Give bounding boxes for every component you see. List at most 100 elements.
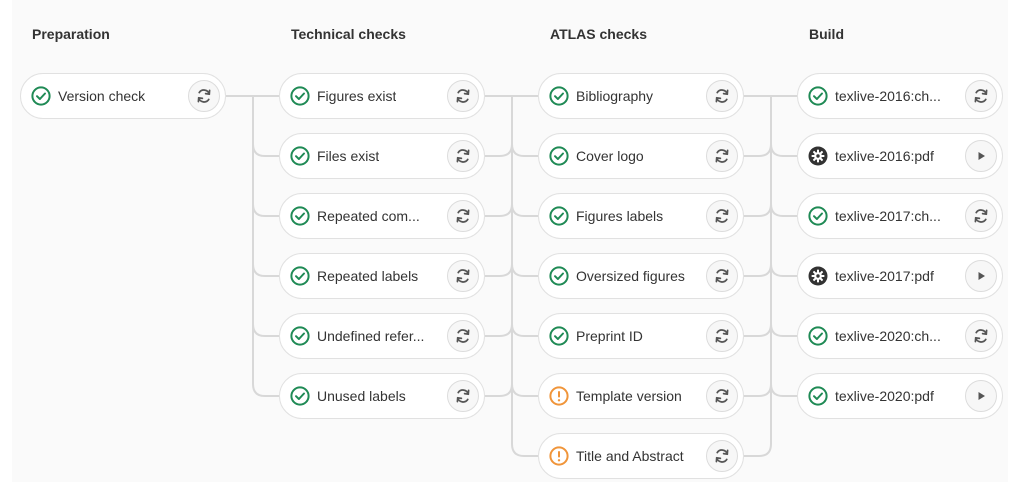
retry-icon <box>713 147 731 165</box>
job-link[interactable]: texlive-2020:ch... <box>798 314 970 358</box>
job-name: Repeated com... <box>317 208 420 224</box>
play-button[interactable] <box>965 380 997 412</box>
job-card-oversized-figures[interactable]: Oversized figures <box>538 253 744 299</box>
play-button[interactable] <box>965 140 997 172</box>
job-card-texlive-2020-ch[interactable]: texlive-2020:ch... <box>797 313 1003 359</box>
retry-button[interactable] <box>706 260 738 292</box>
job-link[interactable]: Version check <box>21 74 193 118</box>
retry-icon <box>972 207 990 225</box>
status-success-icon <box>31 86 51 106</box>
status-success-icon <box>808 386 828 406</box>
job-link[interactable]: Figures exist <box>280 74 452 118</box>
retry-icon <box>195 87 213 105</box>
retry-icon <box>454 387 472 405</box>
job-card-title-and-abstract[interactable]: Title and Abstract <box>538 433 744 479</box>
play-button[interactable] <box>965 260 997 292</box>
job-card-undefined-refer[interactable]: Undefined refer... <box>279 313 485 359</box>
job-link[interactable]: Template version <box>539 374 711 418</box>
job-card-figures-exist[interactable]: Figures exist <box>279 73 485 119</box>
retry-button[interactable] <box>706 80 738 112</box>
retry-icon <box>713 87 731 105</box>
job-name: texlive-2017:ch... <box>835 208 941 224</box>
job-card-texlive-2020-pdf[interactable]: texlive-2020:pdf <box>797 373 1003 419</box>
retry-icon <box>454 327 472 345</box>
job-card-bibliography[interactable]: Bibliography <box>538 73 744 119</box>
job-card-texlive-2016-ch[interactable]: texlive-2016:ch... <box>797 73 1003 119</box>
job-name: texlive-2017:pdf <box>835 268 934 284</box>
retry-icon <box>454 147 472 165</box>
status-success-icon <box>290 146 310 166</box>
retry-icon <box>454 207 472 225</box>
retry-button[interactable] <box>447 140 479 172</box>
job-link[interactable]: Undefined refer... <box>280 314 452 358</box>
retry-button[interactable] <box>447 80 479 112</box>
job-name: Version check <box>58 88 146 104</box>
job-name: Cover logo <box>576 148 644 164</box>
retry-icon <box>713 207 731 225</box>
retry-button[interactable] <box>706 380 738 412</box>
retry-button[interactable] <box>965 200 997 232</box>
retry-icon <box>454 87 472 105</box>
retry-button[interactable] <box>188 80 220 112</box>
job-card-texlive-2016-pdf[interactable]: texlive-2016:pdf <box>797 133 1003 179</box>
job-name: texlive-2016:pdf <box>835 148 934 164</box>
job-link[interactable]: Repeated labels <box>280 254 452 298</box>
play-icon <box>975 270 987 282</box>
job-card-version-check[interactable]: Version check <box>20 73 226 119</box>
retry-button[interactable] <box>447 200 479 232</box>
retry-button[interactable] <box>447 260 479 292</box>
job-card-repeated-labels[interactable]: Repeated labels <box>279 253 485 299</box>
job-name: texlive-2020:ch... <box>835 328 941 344</box>
status-manual-icon <box>808 266 828 286</box>
status-warning-icon <box>549 386 569 406</box>
job-card-figures-labels[interactable]: Figures labels <box>538 193 744 239</box>
status-success-icon <box>549 326 569 346</box>
job-name: Template version <box>576 388 682 404</box>
stage-title-atlas-checks: ATLAS checks <box>550 26 647 42</box>
stage-title-preparation: Preparation <box>32 26 110 42</box>
job-link[interactable]: Title and Abstract <box>539 434 711 478</box>
job-name: Unused labels <box>317 388 406 404</box>
job-card-cover-logo[interactable]: Cover logo <box>538 133 744 179</box>
job-link[interactable]: Oversized figures <box>539 254 711 298</box>
job-card-files-exist[interactable]: Files exist <box>279 133 485 179</box>
job-card-texlive-2017-pdf[interactable]: texlive-2017:pdf <box>797 253 1003 299</box>
status-success-icon <box>290 266 310 286</box>
retry-button[interactable] <box>706 140 738 172</box>
retry-icon <box>972 327 990 345</box>
retry-button[interactable] <box>706 320 738 352</box>
job-link[interactable]: Figures labels <box>539 194 711 238</box>
retry-button[interactable] <box>965 320 997 352</box>
retry-button[interactable] <box>447 380 479 412</box>
job-link[interactable]: texlive-2017:ch... <box>798 194 970 238</box>
job-link[interactable]: Bibliography <box>539 74 711 118</box>
job-link[interactable]: texlive-2017:pdf <box>798 254 970 298</box>
retry-button[interactable] <box>447 320 479 352</box>
status-success-icon <box>808 86 828 106</box>
job-link[interactable]: Unused labels <box>280 374 452 418</box>
retry-button[interactable] <box>965 80 997 112</box>
job-card-template-version[interactable]: Template version <box>538 373 744 419</box>
job-card-texlive-2017-ch[interactable]: texlive-2017:ch... <box>797 193 1003 239</box>
job-name: Files exist <box>317 148 380 164</box>
job-card-preprint-id[interactable]: Preprint ID <box>538 313 744 359</box>
stage-title-build: Build <box>809 26 844 42</box>
job-name: Preprint ID <box>576 328 643 344</box>
job-card-unused-labels[interactable]: Unused labels <box>279 373 485 419</box>
retry-button[interactable] <box>706 440 738 472</box>
job-card-repeated-com[interactable]: Repeated com... <box>279 193 485 239</box>
play-icon <box>975 390 987 402</box>
job-name: Repeated labels <box>317 268 419 284</box>
job-link[interactable]: Repeated com... <box>280 194 452 238</box>
job-link[interactable]: texlive-2016:pdf <box>798 134 970 178</box>
job-name: Figures exist <box>317 88 397 104</box>
status-success-icon <box>290 326 310 346</box>
job-link[interactable]: texlive-2016:ch... <box>798 74 970 118</box>
status-success-icon <box>549 146 569 166</box>
job-link[interactable]: Files exist <box>280 134 452 178</box>
job-link[interactable]: texlive-2020:pdf <box>798 374 970 418</box>
job-link[interactable]: Cover logo <box>539 134 711 178</box>
retry-button[interactable] <box>706 200 738 232</box>
job-link[interactable]: Preprint ID <box>539 314 711 358</box>
retry-icon <box>713 327 731 345</box>
